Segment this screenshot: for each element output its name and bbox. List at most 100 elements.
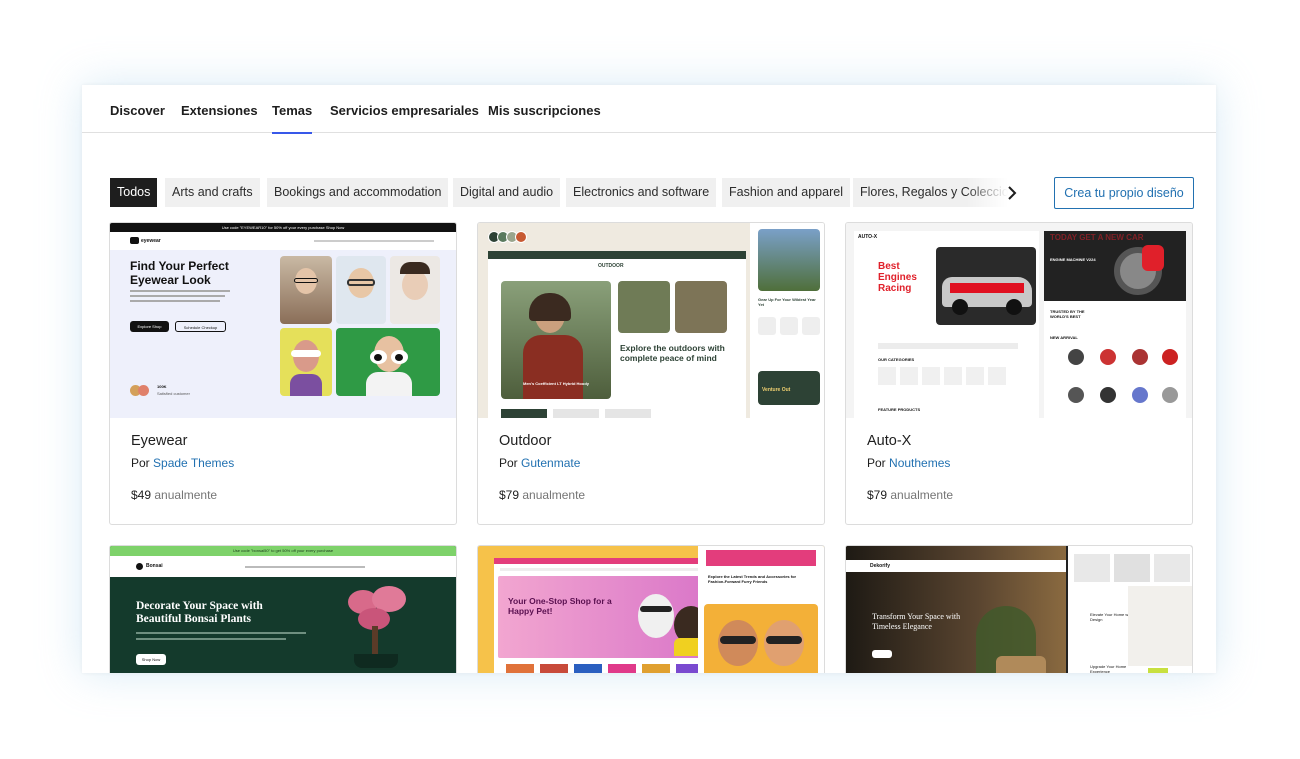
theme-card-dekorify[interactable]: Dekorify Transform Your Space with Timel… xyxy=(845,545,1193,673)
tab-temas[interactable]: Temas xyxy=(272,103,313,134)
preview-photo xyxy=(336,328,440,396)
theme-price: $49 anualmente xyxy=(131,488,217,502)
tab-servicios-empresariales[interactable]: Servicios empresariales xyxy=(330,103,479,118)
preview-photo xyxy=(280,256,332,324)
avatar xyxy=(138,385,149,396)
preview-cta: Schedule Checkup xyxy=(175,321,226,332)
price-amount: $79 xyxy=(867,488,888,502)
preview-side-title: Upgrade Your Home Experience xyxy=(1090,664,1127,673)
preview-side-title: Gear Up For Your Wildest Year Yet xyxy=(758,297,816,307)
author-prefix: Por xyxy=(131,456,150,470)
preview-photo xyxy=(336,256,386,324)
preview-side-cta: Venture Out xyxy=(762,387,791,393)
preview-photo xyxy=(390,256,440,324)
theme-preview-bonsai[interactable]: Use code "bonsai50" to get 50% off your … xyxy=(110,546,456,673)
preview-photo xyxy=(618,281,670,333)
theme-name[interactable]: Eyewear xyxy=(131,433,187,449)
preview-promo-bar: Use code "bonsai50" to get 50% off your … xyxy=(110,546,456,556)
preview-main: AUTO-X Best Engines Racing OUR CATEGORIE… xyxy=(854,231,1039,418)
preview-text-line xyxy=(130,295,225,297)
category-filter-bar: Todos Arts and crafts Bookings and accom… xyxy=(110,178,1026,208)
preview-logo: OUTDOOR xyxy=(598,263,624,269)
preview-logo: eyewear xyxy=(141,238,161,244)
theme-author-line: Por Gutenmate xyxy=(499,456,580,470)
preview-text-line xyxy=(136,638,286,640)
swatch xyxy=(515,231,527,243)
preview-photo xyxy=(675,281,727,333)
chip-fashion-and-apparel[interactable]: Fashion and apparel xyxy=(722,178,850,207)
theme-author-line: Por Nouthemes xyxy=(867,456,950,470)
preview-headline: Decorate Your Space with Beautiful Bonsa… xyxy=(136,600,263,625)
chip-arts-and-crafts[interactable]: Arts and crafts xyxy=(165,178,260,207)
author-prefix: Por xyxy=(499,456,518,470)
preview-menu xyxy=(314,240,434,242)
preview-product: Men's Coefficient LT Hybrid Hoody xyxy=(523,381,589,386)
preview-headline: Your One-Stop Shop for a Happy Pet! xyxy=(508,596,612,616)
create-your-own-design-button[interactable]: Crea tu propio diseño xyxy=(1054,177,1194,209)
theme-price: $79 anualmente xyxy=(867,488,953,502)
theme-author-link[interactable]: Nouthemes xyxy=(889,456,950,470)
theme-card-auto-x[interactable]: AUTO-X Best Engines Racing OUR CATEGORIE… xyxy=(845,222,1193,525)
price-period: anualmente xyxy=(154,488,218,502)
preview-photo: Men's Coefficient LT Hybrid Hoody xyxy=(501,281,611,399)
tab-extensiones[interactable]: Extensiones xyxy=(181,103,258,118)
preview-stat-label: Satisfied customer xyxy=(157,391,190,396)
theme-card-outdoor[interactable]: OUTDOOR Men's Coefficient LT Hybrid Hood… xyxy=(477,222,825,525)
price-amount: $49 xyxy=(131,488,152,502)
theme-card-pet[interactable]: Your One-Stop Shop for a Happy Pet! Expl… xyxy=(477,545,825,673)
price-period: anualmente xyxy=(890,488,954,502)
preview-text-line xyxy=(130,290,230,292)
preview-categories: OUR CATEGORIES xyxy=(878,357,915,362)
bonsai-logo-icon xyxy=(136,563,143,570)
preview-side: Explore the Latest Trends and Accessorie… xyxy=(698,546,824,673)
chip-electronics-and-software[interactable]: Electronics and software xyxy=(566,178,717,207)
preview-logo: Bonsai xyxy=(146,563,163,569)
theme-card-eyewear[interactable]: Use code "EYEWEAR10" for 50% off your ev… xyxy=(109,222,457,525)
eyewear-logo-icon xyxy=(130,237,139,244)
preview-side: Elevate Your Home with Elegant, Artful D… xyxy=(1068,546,1192,673)
theme-preview-dekorify[interactable]: Dekorify Transform Your Space with Timel… xyxy=(846,546,1192,673)
preview-arrival: NEW ARRIVAL xyxy=(1050,335,1078,340)
theme-name[interactable]: Outdoor xyxy=(499,433,551,449)
preview-hero: Find Your Perfect Eyewear Look Explore S… xyxy=(110,250,456,418)
theme-preview-pet[interactable]: Your One-Stop Shop for a Happy Pet! Expl… xyxy=(478,546,824,673)
chip-digital-and-audio[interactable]: Digital and audio xyxy=(453,178,561,207)
preview-cta: Explore Shop xyxy=(130,321,169,332)
chip-bookings-and-accommodation[interactable]: Bookings and accommodation xyxy=(267,178,449,207)
preview-logo: Dekorify xyxy=(870,563,891,569)
theme-preview-outdoor[interactable]: OUTDOOR Men's Coefficient LT Hybrid Hood… xyxy=(478,223,824,418)
preview-nav: Bonsai xyxy=(110,556,456,577)
preview-side-title: Explore the Latest Trends and Accessorie… xyxy=(708,574,797,584)
theme-preview-eyewear[interactable]: Use code "EYEWEAR10" for 50% off your ev… xyxy=(110,223,456,418)
marketplace-panel: Discover Extensiones Temas Servicios emp… xyxy=(82,85,1216,673)
preview-menu xyxy=(245,566,365,568)
preview-cta: Shop Now xyxy=(136,654,166,665)
preview-trusted: TRUSTED BY THE WORLD'S BEST xyxy=(1050,309,1085,319)
preview-main: Your One-Stop Shop for a Happy Pet! xyxy=(494,558,726,673)
preview-headline: Transform Your Space with Timeless Elega… xyxy=(872,612,961,631)
preview-photo xyxy=(280,328,332,396)
theme-author-link[interactable]: Spade Themes xyxy=(153,456,234,470)
preview-nav: eyewear xyxy=(110,232,456,250)
chip-todos[interactable]: Todos xyxy=(110,178,158,207)
top-nav: Discover Extensiones Temas Servicios emp… xyxy=(82,85,1216,134)
bonsai-illustration xyxy=(340,586,410,673)
chevron-right-icon[interactable] xyxy=(1004,183,1020,203)
theme-card-bonsai[interactable]: Use code "bonsai50" to get 50% off your … xyxy=(109,545,457,673)
theme-author-link[interactable]: Gutenmate xyxy=(521,456,580,470)
author-prefix: Por xyxy=(867,456,886,470)
price-amount: $79 xyxy=(499,488,520,502)
preview-featured: FEATURE PRODUCTS xyxy=(878,407,921,412)
preview-logo: AUTO-X xyxy=(858,234,878,240)
theme-name[interactable]: Auto-X xyxy=(867,433,911,449)
theme-author-line: Por Spade Themes xyxy=(131,456,234,470)
preview-headline: Find Your Perfect Eyewear Look xyxy=(130,259,229,287)
preview-side: TODAY GET A NEW CAR ENGINE MACHINE V224 … xyxy=(1044,231,1186,418)
preview-text-line xyxy=(130,300,220,302)
preview-main: Dekorify Transform Your Space with Timel… xyxy=(846,546,1066,673)
tab-discover[interactable]: Discover xyxy=(110,103,165,118)
preview-main: OUTDOOR Men's Coefficient LT Hybrid Hood… xyxy=(488,251,746,418)
tab-mis-suscripciones[interactable]: Mis suscripciones xyxy=(488,103,601,118)
theme-preview-auto-x[interactable]: AUTO-X Best Engines Racing OUR CATEGORIE… xyxy=(846,223,1192,418)
preview-stat: 100K xyxy=(157,384,167,389)
